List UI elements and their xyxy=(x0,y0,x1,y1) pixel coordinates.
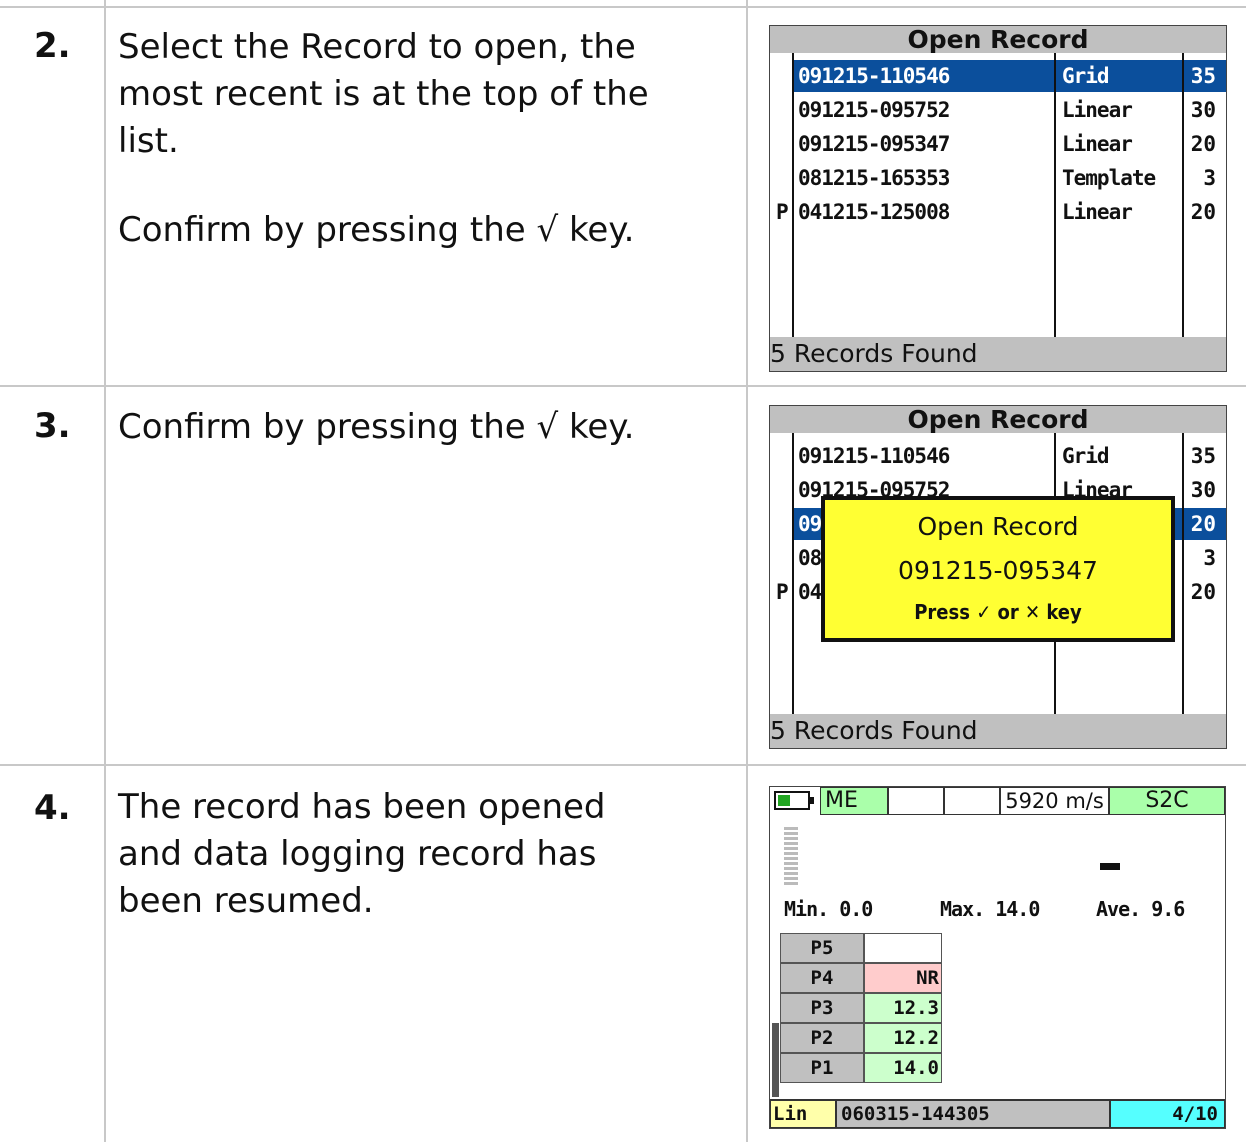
table-rule xyxy=(746,0,748,1142)
table-rule xyxy=(0,385,1246,387)
record-row[interactable]: 091215-095347 Linear 20 xyxy=(770,128,1226,160)
record-name: 04 xyxy=(798,580,822,604)
point-label: P4 xyxy=(780,963,864,993)
record-type: Lin xyxy=(770,1100,836,1128)
velocity-readout: 5920 m/s xyxy=(1000,787,1109,815)
record-type: Grid xyxy=(1062,444,1110,468)
table-rule xyxy=(0,764,1246,766)
record-name: 060315-144305 xyxy=(836,1100,1110,1128)
record-count: 3 xyxy=(1203,546,1216,570)
record-name: 091215-110546 xyxy=(798,444,950,468)
record-info-bar: Lin 060315-144305 4/10 xyxy=(770,1099,1225,1128)
step-description: Confirm by pressing the √ key. xyxy=(118,404,718,451)
record-count: 20 xyxy=(1190,132,1216,156)
step-description: The record has been opened and data logg… xyxy=(118,784,678,925)
step-text-line: Confirm by pressing the √ key. xyxy=(118,407,635,447)
point-value xyxy=(864,933,942,963)
record-type: Linear xyxy=(1062,132,1133,156)
records-found-status: 5 Records Found xyxy=(770,337,1226,371)
record-type: Linear xyxy=(1062,98,1133,122)
record-row[interactable]: 081215-165353 Template 3 xyxy=(770,162,1226,194)
open-record-dialog: Open Record 091215-095347 Press ✓ or ✕ k… xyxy=(821,496,1175,642)
step-text-line: The record has been opened and data logg… xyxy=(118,787,606,921)
point-row: P4 NR xyxy=(780,963,942,993)
record-name: 041215-125008 xyxy=(798,200,950,224)
dialog-hint: Press ✓ or ✕ key xyxy=(914,600,1082,624)
record-row[interactable]: 091215-110546 Grid 35 xyxy=(770,440,1226,472)
point-row: P1 14.0 xyxy=(780,1053,942,1083)
point-label: P2 xyxy=(780,1023,864,1053)
table-rule xyxy=(0,6,1246,8)
record-count: 20 xyxy=(1190,200,1216,224)
battery-icon xyxy=(774,791,814,810)
point-row: P3 12.3 xyxy=(780,993,942,1023)
record-type: Grid xyxy=(1062,64,1110,88)
battery-cell xyxy=(770,787,820,815)
signal-level-bar xyxy=(784,827,798,885)
record-type: Template xyxy=(1062,166,1156,190)
open-record-confirm-screen: Open Record 091215-110546 Grid 35 091215-09… xyxy=(769,405,1227,749)
scroll-indicator xyxy=(772,1023,779,1097)
point-label: P1 xyxy=(780,1053,864,1083)
table-rule xyxy=(104,0,106,1142)
step-description: Select the Record to open, the most rece… xyxy=(118,24,718,254)
point-row: P2 12.2 xyxy=(780,1023,942,1053)
point-label: P3 xyxy=(780,993,864,1023)
record-row[interactable]: P 041215-125008 Linear 20 xyxy=(770,196,1226,228)
record-prefix: P xyxy=(776,580,789,604)
point-label: P5 xyxy=(780,933,864,963)
record-count: 35 xyxy=(1190,444,1216,468)
point-value: NR xyxy=(864,963,942,993)
record-name: 09 xyxy=(798,512,822,536)
record-name: 091215-095752 xyxy=(798,98,950,122)
status-empty-cell xyxy=(944,787,1000,815)
record-count: 30 xyxy=(1190,98,1216,122)
ave-value: Ave. 9.6 xyxy=(1096,897,1185,921)
min-value: Min. 0.0 xyxy=(784,897,873,921)
record-count: 30 xyxy=(1190,478,1216,502)
screen-title: Open Record xyxy=(770,26,1226,53)
record-count: 35 xyxy=(1190,64,1216,88)
record-name: 091215-095347 xyxy=(798,132,950,156)
status-empty-cell xyxy=(888,787,944,815)
screen-title: Open Record xyxy=(770,406,1226,433)
point-value: 14.0 xyxy=(864,1053,942,1083)
record-count: 20 xyxy=(1190,512,1216,536)
record-name: 091215-110546 xyxy=(798,64,950,88)
step-text-line: Confirm by pressing the √ key. xyxy=(118,210,635,250)
thickness-reading xyxy=(1100,863,1120,870)
position-indicator: 4/10 xyxy=(1110,1100,1225,1128)
measurement-screen: ME 5920 m/s S2C - Min. 0.0 Max. 14.0 Ave… xyxy=(769,786,1226,1129)
record-row[interactable]: 091215-110546 Grid 35 xyxy=(770,60,1226,92)
record-count: 20 xyxy=(1190,580,1216,604)
mode-badge: ME xyxy=(820,787,888,815)
point-row: P5 xyxy=(780,933,942,963)
step-text-line: Select the Record to open, the most rece… xyxy=(118,27,649,161)
open-record-screen: Open Record 091215-110546 Grid 35 091215-09… xyxy=(769,25,1227,372)
dialog-title: Open Record xyxy=(917,512,1079,541)
record-prefix: P xyxy=(776,200,789,224)
record-count: 3 xyxy=(1203,166,1216,190)
record-row[interactable]: 091215-095752 Linear 30 xyxy=(770,94,1226,126)
point-value: 12.2 xyxy=(864,1023,942,1053)
step-number: 2. xyxy=(34,26,71,66)
point-value: 12.3 xyxy=(864,993,942,1023)
step-number: 4. xyxy=(34,788,71,828)
dialog-record-name: 091215-095347 xyxy=(898,556,1098,585)
probe-label: S2C xyxy=(1109,787,1225,815)
records-found-status: 5 Records Found xyxy=(770,714,1226,748)
record-type: Linear xyxy=(1062,200,1133,224)
status-bar: ME 5920 m/s S2C xyxy=(770,787,1225,817)
step-number: 3. xyxy=(34,406,71,446)
max-value: Max. 14.0 xyxy=(940,897,1040,921)
record-name: 081215-165353 xyxy=(798,166,950,190)
record-name: 08 xyxy=(798,546,822,570)
